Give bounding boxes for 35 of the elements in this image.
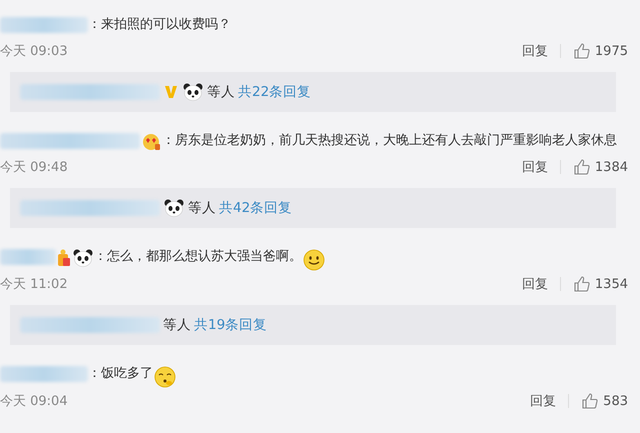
like-button[interactable]: 1975 <box>572 42 628 60</box>
like-button[interactable]: 1384 <box>572 158 628 176</box>
panda-icon <box>73 249 93 267</box>
panda-icon <box>183 83 203 101</box>
shy-emoji-icon <box>154 366 176 388</box>
comment-text: ：房东是位老奶奶，前几天热搜还说，大晚上还有人去敲门严重影响老人家休息 <box>162 132 617 150</box>
reply-link[interactable]: 回复 <box>530 392 556 410</box>
others-label: 等人 <box>188 199 216 217</box>
comment-time: 今天 09:48 <box>0 159 69 176</box>
smile-emoji-icon <box>303 249 325 271</box>
level-badge-icon <box>57 249 71 267</box>
thumbs-up-icon <box>581 392 600 410</box>
like-button[interactable]: 1354 <box>572 275 628 293</box>
reply-link[interactable]: 回复 <box>522 42 548 60</box>
comment-text: ：怎么，都那么想认苏大强当爸啊。 <box>94 248 302 266</box>
comment-text: ：饭吃多了 <box>88 365 153 383</box>
thumbs-up-icon <box>572 42 591 60</box>
comment-time: 今天 11:02 <box>0 276 69 293</box>
others-label: 等人 <box>207 83 235 101</box>
thumbs-up-icon <box>572 158 591 176</box>
replies-bar[interactable]: 等人 共22条回复 <box>10 72 616 112</box>
reply-link[interactable]: 回复 <box>522 158 548 176</box>
like-button[interactable]: 583 <box>581 392 628 410</box>
panda-icon <box>164 199 184 217</box>
emoji-face-icon <box>141 133 161 151</box>
blurred-username <box>0 249 56 265</box>
thumbs-up-icon <box>572 275 591 293</box>
comment-time: 今天 09:04 <box>0 393 69 410</box>
comment-text: ：来拍照的可以收费吗？ <box>88 16 231 34</box>
comment-time: 今天 09:03 <box>0 43 69 60</box>
others-label: 等人 <box>163 316 191 334</box>
replies-bar[interactable]: 等人 共19条回复 <box>10 305 616 345</box>
verified-v-icon <box>164 84 178 100</box>
reply-link[interactable]: 回复 <box>522 275 548 293</box>
replies-bar[interactable]: 等人 共42条回复 <box>10 188 616 228</box>
